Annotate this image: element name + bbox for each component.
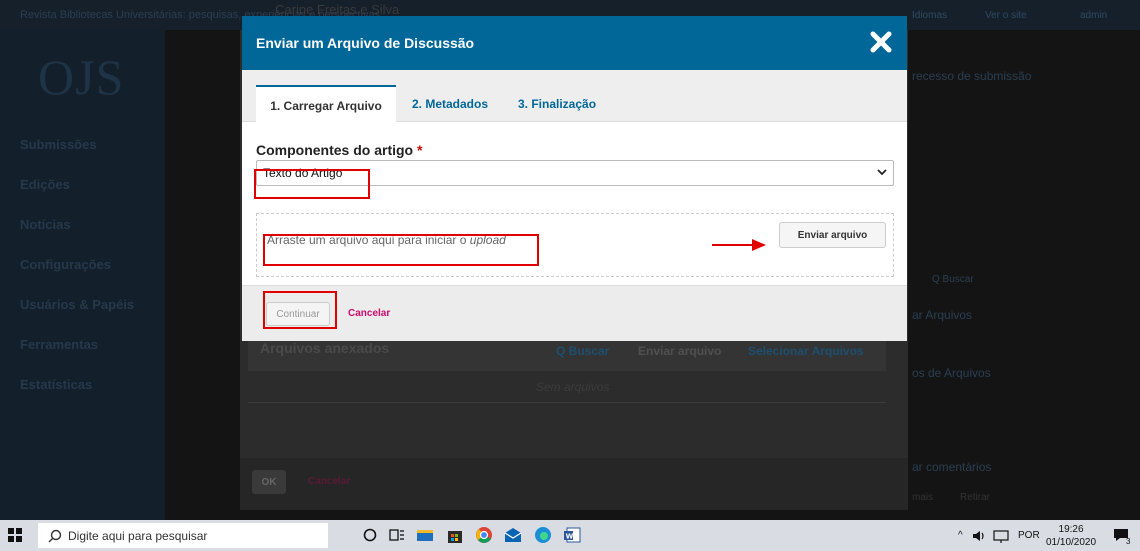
network-icon[interactable]	[992, 527, 1010, 545]
input-language[interactable]: POR	[1018, 530, 1040, 541]
nav-news[interactable]: Notícias	[20, 217, 71, 232]
volume-icon[interactable]	[970, 527, 988, 545]
languages-link[interactable]: Idiomas	[912, 10, 947, 21]
files-search-link[interactable]: Q Buscar	[556, 344, 609, 358]
system-clock[interactable]: 19:26 01/10/2020	[1046, 523, 1096, 549]
modal-header: Enviar um Arquivo de Discussão	[242, 16, 907, 70]
search-placeholder: Digite aqui para pesquisar	[68, 529, 208, 543]
store-icon[interactable]	[446, 526, 464, 544]
svg-text:W: W	[566, 533, 574, 541]
right-fragment[interactable]: Q Buscar	[932, 274, 974, 285]
article-component-label: Componentes do artigo *	[256, 142, 422, 158]
annotation-box-select	[254, 169, 370, 199]
chevron-down-icon	[877, 169, 887, 176]
search-icon	[48, 529, 62, 543]
ok-button[interactable]: OK	[252, 470, 286, 494]
files-select-link[interactable]: Selecionar Arquivos	[748, 344, 864, 358]
submission-author: Carine Freitas e Silva	[275, 2, 400, 17]
files-upload-link[interactable]: Enviar arquivo	[638, 344, 721, 358]
field-label-text: Componentes do artigo	[256, 142, 414, 158]
arrow-right-icon	[712, 239, 766, 251]
cancel-link[interactable]: Cancelar	[348, 308, 390, 319]
tab-upload-file[interactable]: 1. Carregar Arquivo	[256, 85, 396, 122]
right-fragment: os de Arquivos	[912, 366, 991, 380]
close-button[interactable]	[869, 30, 893, 54]
background-cancel-link[interactable]: Cancelar	[308, 476, 350, 487]
windows-taskbar: Digite aqui para pesquisar W ^ POR 19:26…	[0, 520, 1140, 551]
tab-metadata[interactable]: 2. Metadados	[412, 85, 488, 122]
nav-issues[interactable]: Edições	[20, 177, 70, 192]
divider	[248, 402, 886, 403]
file-explorer-icon[interactable]	[416, 526, 434, 544]
chrome-icon[interactable]	[475, 526, 493, 544]
close-icon	[870, 31, 892, 53]
tray-chevron-up-icon[interactable]: ^	[958, 530, 963, 541]
right-fragment[interactable]: ar Arquivos	[912, 308, 972, 322]
tab-finish[interactable]: 3. Finalização	[518, 85, 596, 122]
cortana-icon[interactable]	[361, 526, 379, 544]
modal-title: Enviar um Arquivo de Discussão	[256, 35, 475, 51]
right-fragment: ar comentários	[912, 460, 992, 474]
required-mark: *	[417, 142, 423, 158]
nav-tools[interactable]: Ferramentas	[20, 337, 98, 352]
nav-submissions[interactable]: Submissões	[20, 137, 97, 152]
modal-footer: Continuar Cancelar	[242, 285, 907, 341]
sidebar: OJS	[0, 30, 165, 520]
word-icon[interactable]: W	[563, 526, 581, 544]
clock-date: 01/10/2020	[1046, 537, 1097, 548]
nav-users-roles[interactable]: Usuários & Papéis	[20, 297, 134, 312]
right-fragment: recesso de submissão	[912, 69, 1032, 83]
right-fragment[interactable]: Retirar	[960, 492, 990, 503]
user-menu[interactable]: admin	[1080, 10, 1107, 21]
annotation-box-dropzone	[263, 234, 539, 266]
mail-icon[interactable]	[504, 526, 522, 544]
notification-count: 3	[1126, 537, 1131, 546]
task-view-icon[interactable]	[388, 526, 406, 544]
ojs-logo: OJS	[38, 49, 125, 105]
files-title: Arquivos anexados	[260, 340, 390, 356]
windows-start-icon[interactable]	[8, 528, 22, 542]
nav-statistics[interactable]: Estatísticas	[20, 377, 92, 392]
view-site-link[interactable]: Ver o site	[985, 10, 1027, 21]
files-empty-text: Sem arquivos	[536, 380, 610, 394]
annotation-box-continue	[263, 291, 337, 329]
tab-bar: 1. Carregar Arquivo 2. Metadados 3. Fina…	[242, 70, 907, 122]
right-fragment[interactable]: mais	[912, 492, 933, 503]
taskbar-search[interactable]: Digite aqui para pesquisar	[38, 523, 328, 548]
clock-time: 19:26	[1058, 524, 1084, 535]
nav-settings[interactable]: Configurações	[20, 257, 111, 272]
edge-icon[interactable]	[534, 526, 552, 544]
upload-file-button[interactable]: Enviar arquivo	[779, 222, 886, 248]
